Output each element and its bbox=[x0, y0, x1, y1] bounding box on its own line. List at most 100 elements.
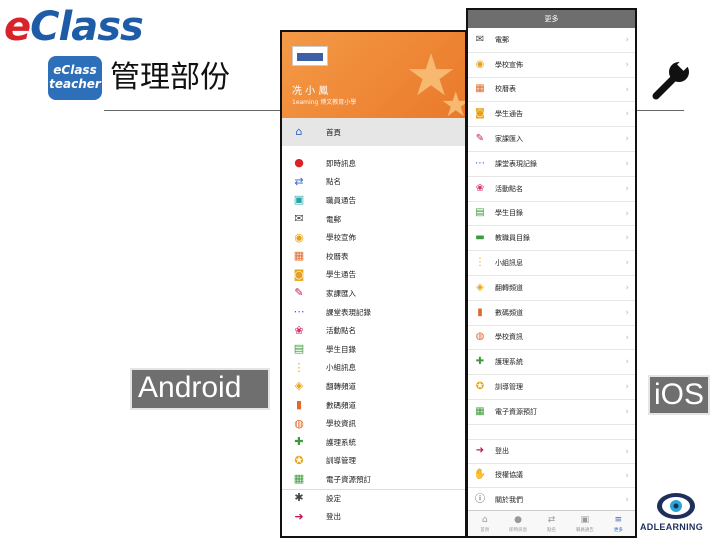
android-menu-item-label: 學校宣佈 bbox=[326, 233, 356, 243]
android-menu-item-label: 即時訊息 bbox=[326, 158, 356, 168]
android-menu-item[interactable]: ⋯ 課堂表現記錄 bbox=[282, 303, 465, 322]
broadcast-icon: ◉ bbox=[294, 230, 304, 244]
ios-menu-item[interactable]: ▦ 電子資源預訂 › bbox=[468, 400, 635, 425]
ios-menu-item-label: 學生目錄 bbox=[495, 209, 523, 218]
ios-tab[interactable]: ⌂ 首頁 bbox=[468, 511, 501, 536]
badge-line1: eClass bbox=[53, 63, 97, 77]
android-menu-item[interactable]: ➜ 登出 bbox=[282, 507, 465, 526]
android-menu-item[interactable]: ▦ 校曆表 bbox=[282, 247, 465, 266]
ios-menu-item[interactable]: ▮ 數碼頻道 › bbox=[468, 301, 635, 326]
android-menu-item[interactable]: ▤ 學生目錄 bbox=[282, 340, 465, 359]
android-menu-item[interactable]: ▦ 電子資源預訂 bbox=[282, 470, 465, 489]
ios-menu-item[interactable]: ◙ 學生通告 › bbox=[468, 102, 635, 128]
ios-tab[interactable]: ⇄ 點名 bbox=[535, 511, 568, 536]
alert-icon: ● bbox=[514, 514, 523, 525]
ios-menu-item[interactable]: ▦ 校曆表 › bbox=[468, 78, 635, 103]
ios-menu-item[interactable]: ➜ 登出 › bbox=[468, 438, 635, 464]
medical-icon: ✚ bbox=[294, 435, 304, 449]
ios-nav-title: 更多 bbox=[468, 10, 635, 28]
chevron-right-icon: › bbox=[625, 183, 629, 194]
ios-menu-item[interactable]: ◉ 學校宣佈 › bbox=[468, 53, 635, 78]
android-menu-item[interactable]: ● 即時訊息 bbox=[282, 154, 465, 173]
logout-icon: ➜ bbox=[475, 445, 485, 457]
android-menu-item[interactable]: ▮ 數碼頻道 bbox=[282, 396, 465, 415]
chevron-right-icon: › bbox=[625, 406, 629, 417]
ios-menu-item[interactable]: ✚ 護理系統 › bbox=[468, 350, 635, 376]
android-menu-item[interactable]: ◙ 學生通告 bbox=[282, 266, 465, 285]
android-menu-item-label: 電郵 bbox=[326, 214, 341, 224]
ios-menu-item-label: 訓導管理 bbox=[495, 383, 523, 392]
android-menu-item[interactable]: ❀ 活動點名 bbox=[282, 321, 465, 340]
chevron-right-icon: › bbox=[625, 282, 629, 293]
ios-tab[interactable]: ≡ 更多 bbox=[602, 511, 635, 536]
ios-tab[interactable]: ● 即時訊息 bbox=[501, 511, 534, 536]
ios-menu-item-label: 學校資訊 bbox=[495, 333, 523, 342]
android-menu-item[interactable]: ✱ 設定 bbox=[282, 488, 465, 508]
android-menu-item-label: 登出 bbox=[326, 512, 341, 522]
chevron-right-icon: › bbox=[625, 158, 629, 169]
ios-menu-item[interactable]: ❀ 活動點名 › bbox=[468, 177, 635, 202]
ios-menu-item[interactable]: ▬ 教職員目錄 › bbox=[468, 226, 635, 252]
android-menu-item[interactable]: ✎ 家課匯入 bbox=[282, 284, 465, 303]
android-menu-item[interactable]: ✉ 電郵 bbox=[282, 210, 465, 229]
student-notice-icon: ◙ bbox=[293, 267, 305, 281]
android-menu-item[interactable]: ▣ 職員通告 bbox=[282, 191, 465, 210]
chevron-right-icon: › bbox=[625, 470, 629, 481]
directory-icon: ▤ bbox=[293, 342, 305, 356]
booking-icon: ▦ bbox=[475, 405, 485, 417]
ios-menu-item[interactable]: ⋯ 課堂表現記錄 › bbox=[468, 152, 635, 177]
android-menu-item[interactable]: ⇄ 點名 bbox=[282, 173, 465, 192]
ios-menu-item[interactable]: ✉ 電郵 › bbox=[468, 28, 635, 53]
group-icon: ⋮ bbox=[293, 360, 305, 374]
alert-icon: ● bbox=[294, 156, 304, 170]
chevron-right-icon: › bbox=[625, 446, 629, 457]
school-logo bbox=[292, 46, 328, 66]
mail-icon: ✉ bbox=[475, 33, 485, 45]
booking-icon: ▦ bbox=[293, 472, 305, 486]
ios-menu-item[interactable]: ◍ 學校資訊 › bbox=[468, 326, 635, 351]
school-name: 1eaming 博文教育小學 bbox=[292, 99, 357, 106]
ios-tab[interactable]: ▣ 職員通告 bbox=[568, 511, 601, 536]
ios-menu-item-label: 護理系統 bbox=[495, 358, 523, 367]
directory-icon: ▤ bbox=[475, 207, 485, 219]
chevron-right-icon: › bbox=[625, 84, 629, 95]
adlearning-logo: ADLEARNING bbox=[638, 490, 720, 536]
ios-menu-item[interactable]: ▤ 學生目錄 › bbox=[468, 202, 635, 227]
ios-menu-item[interactable]: ⋮ 小組訊息 › bbox=[468, 251, 635, 276]
ios-menu-item-label: 翻轉頻道 bbox=[495, 283, 523, 292]
ios-menu-item[interactable]: ◈ 翻轉頻道 › bbox=[468, 276, 635, 301]
android-menu-item[interactable]: ✪ 訓導管理 bbox=[282, 452, 465, 471]
ios-tab-label: 首頁 bbox=[480, 527, 490, 533]
android-menu-item[interactable]: ◍ 學校資訊 bbox=[282, 414, 465, 433]
swap-icon: ⇄ bbox=[294, 174, 304, 188]
chevron-right-icon: › bbox=[625, 208, 629, 219]
ios-label: iOS bbox=[648, 375, 710, 415]
android-menu-item[interactable]: ⌂ 首頁 bbox=[282, 118, 465, 146]
android-label: Android bbox=[130, 368, 270, 410]
home-icon: ⌂ bbox=[481, 514, 488, 525]
ios-menu-item[interactable]: ✋ 授權協議 › bbox=[468, 464, 635, 489]
chevron-right-icon: › bbox=[625, 109, 629, 120]
ios-menu-item[interactable]: ✎ 家課匯入 › bbox=[468, 127, 635, 152]
eclass-logo: eClass bbox=[4, 4, 144, 50]
android-menu-item-label: 課堂表現記錄 bbox=[326, 307, 371, 317]
chevron-right-icon: › bbox=[625, 332, 629, 343]
android-menu-item[interactable]: ◉ 學校宣佈 bbox=[282, 228, 465, 247]
ios-tab-label: 即時訊息 bbox=[509, 527, 528, 533]
home-icon: ⌂ bbox=[295, 125, 303, 138]
swap-icon: ⇄ bbox=[547, 514, 556, 525]
chevron-right-icon: › bbox=[625, 59, 629, 70]
student-notice-icon: ◙ bbox=[475, 108, 485, 120]
android-menu-item-label: 學校資訊 bbox=[326, 419, 356, 429]
android-menu-item[interactable]: ◈ 翻轉頻道 bbox=[282, 377, 465, 396]
calendar-icon: ▦ bbox=[475, 83, 485, 95]
user-name: 冼 小 鳳 bbox=[292, 86, 329, 97]
flip-channel-icon: ◈ bbox=[294, 379, 304, 393]
medical-icon: ✚ bbox=[475, 356, 485, 368]
gear-icon: ✱ bbox=[294, 491, 304, 505]
android-menu-item[interactable]: ⋮ 小組訊息 bbox=[282, 359, 465, 378]
ios-menu-item-label: 課堂表現記錄 bbox=[495, 159, 537, 168]
android-menu-item-label: 學生目錄 bbox=[326, 344, 356, 354]
ios-menu-item[interactable]: ✪ 訓導管理 › bbox=[468, 375, 635, 400]
android-menu-item[interactable]: ✚ 護理系統 bbox=[282, 433, 465, 452]
